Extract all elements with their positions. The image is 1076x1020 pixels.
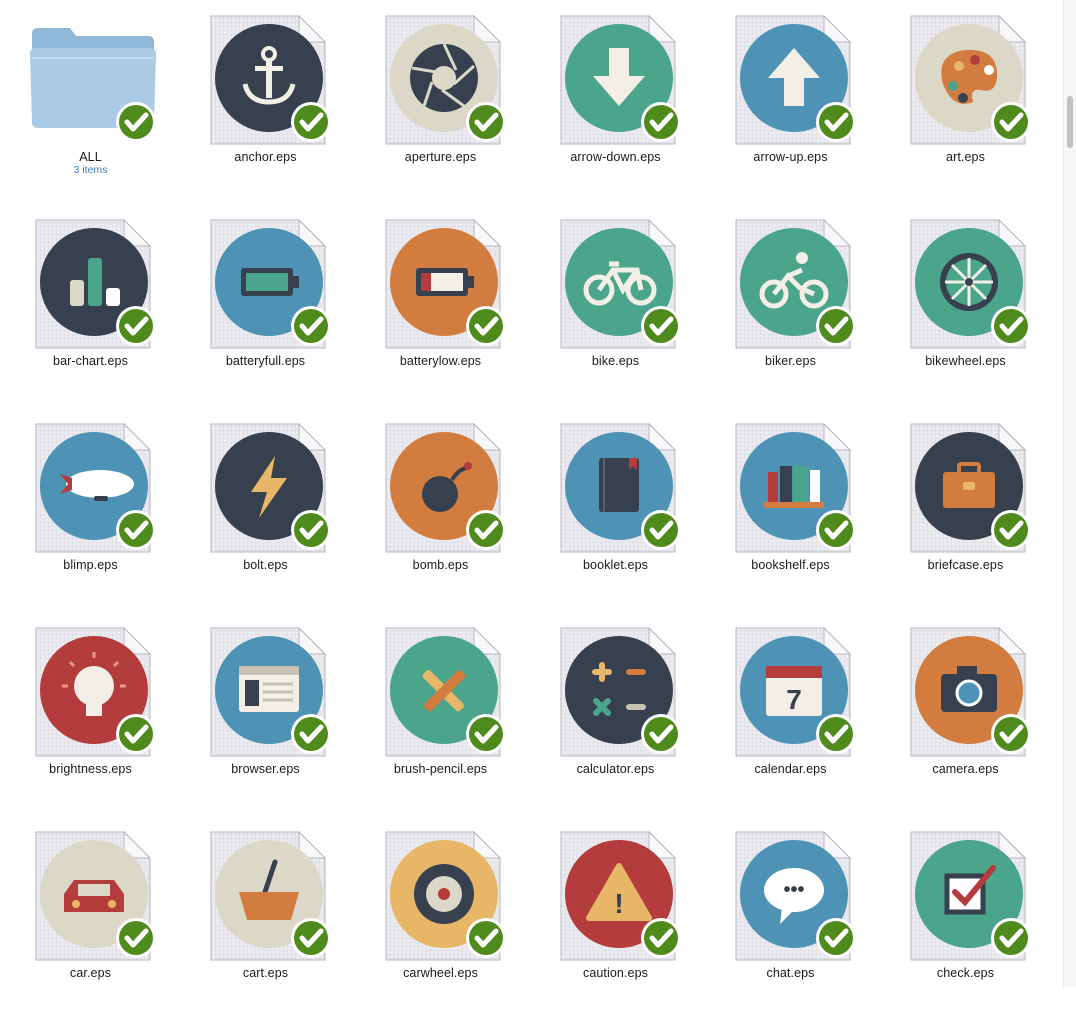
palette-icon [903,14,1035,146]
file-item[interactable]: brush-pencil.eps [353,612,528,816]
file-name: chat.eps [766,966,815,980]
briefcase-icon [903,422,1035,554]
basket-icon [203,830,335,962]
bookshelf-icon [728,422,860,554]
camera-icon [903,626,1035,758]
file-name: briefcase.eps [927,558,1004,572]
calculator-icon [553,626,685,758]
file-name: calculator.eps [576,762,655,776]
file-item[interactable]: briefcase.eps [878,408,1053,612]
caution-icon: ! [553,830,685,962]
file-item[interactable]: biker.eps [703,204,878,408]
file-item[interactable]: check.eps [878,816,1053,1020]
file-name: carwheel.eps [403,966,478,980]
bar-chart-icon [28,218,160,350]
bikewheel-icon [903,218,1035,350]
file-name: camera.eps [932,762,999,776]
file-item[interactable]: bomb.eps [353,408,528,612]
booklet-icon [553,422,685,554]
bomb-icon [378,422,510,554]
file-item[interactable]: bikewheel.eps [878,204,1053,408]
anchor-icon [203,14,335,146]
carwheel-icon [378,830,510,962]
calendar-icon: 7 [728,626,860,758]
file-name: bookshelf.eps [751,558,830,572]
checkbox-icon [903,830,1035,962]
file-name: batterylow.eps [399,354,482,368]
lightbulb-icon [28,626,160,758]
folder-item[interactable]: ALL 3 items [3,0,178,204]
file-name: arrow-up.eps [753,150,828,164]
file-item[interactable]: bike.eps [528,204,703,408]
file-item[interactable]: arrow-up.eps [703,0,878,204]
aperture-icon [378,14,510,146]
file-name: biker.eps [765,354,816,368]
file-item[interactable]: bookshelf.eps [703,408,878,612]
svg-text:7: 7 [786,684,802,715]
brush-pencil-icon [378,626,510,758]
file-name: bolt.eps [243,558,288,572]
folder-icon [28,14,160,146]
file-item[interactable]: brightness.eps [3,612,178,816]
bike-icon [553,218,685,350]
file-name: calendar.eps [754,762,827,776]
file-name: aperture.eps [404,150,477,164]
file-name: bikewheel.eps [925,354,1006,368]
file-item[interactable]: blimp.eps [3,408,178,612]
file-name: booklet.eps [582,558,649,572]
file-name: bomb.eps [412,558,469,572]
file-name: batteryfull.eps [225,354,306,368]
arrow-up-icon [728,14,860,146]
file-item[interactable]: browser.eps [178,612,353,816]
car-icon [28,830,160,962]
file-name: anchor.eps [234,150,297,164]
file-name: arrow-down.eps [570,150,661,164]
file-item[interactable]: bolt.eps [178,408,353,612]
file-item[interactable]: booklet.eps [528,408,703,612]
file-name: blimp.eps [63,558,118,572]
scrollbar-thumb[interactable] [1067,96,1073,148]
file-item[interactable]: arrow-down.eps [528,0,703,204]
arrow-down-icon [553,14,685,146]
biker-icon [728,218,860,350]
folder-name: ALL [79,150,102,164]
file-name: check.eps [936,966,995,980]
vertical-scrollbar[interactable] [1063,0,1076,987]
file-item[interactable]: batteryfull.eps [178,204,353,408]
file-item[interactable]: bar-chart.eps [3,204,178,408]
file-name: cart.eps [242,966,289,980]
file-item[interactable]: camera.eps [878,612,1053,816]
file-name: art.eps [946,150,985,164]
file-item[interactable]: ! caution.eps [528,816,703,1020]
blimp-icon [28,422,160,554]
file-name: browser.eps [231,762,300,776]
chat-icon: ••• [728,830,860,962]
file-item[interactable]: car.eps [3,816,178,1020]
file-name: brightness.eps [49,762,132,776]
battery-low-icon [378,218,510,350]
file-item[interactable]: ••• chat.eps [703,816,878,1020]
file-item[interactable]: anchor.eps [178,0,353,204]
folder-item-count: 3 items [73,164,108,176]
file-item[interactable]: art.eps [878,0,1053,204]
file-item[interactable]: calculator.eps [528,612,703,816]
bolt-icon [203,422,335,554]
file-name: brush-pencil.eps [393,762,488,776]
battery-full-icon [203,218,335,350]
svg-text:!: ! [614,888,623,919]
browser-icon [203,626,335,758]
file-item[interactable]: aperture.eps [353,0,528,204]
file-item[interactable]: 7 calendar.eps [703,612,878,816]
file-name: car.eps [69,966,111,980]
svg-text:•••: ••• [783,879,804,901]
file-item[interactable]: cart.eps [178,816,353,1020]
file-name: bar-chart.eps [53,354,128,368]
file-item[interactable]: carwheel.eps [353,816,528,1020]
file-name: bike.eps [591,354,640,368]
file-name: caution.eps [582,966,649,980]
file-item[interactable]: batterylow.eps [353,204,528,408]
icon-grid: ALL 3 items anchor.eps aperture.eps arro… [0,0,1064,987]
